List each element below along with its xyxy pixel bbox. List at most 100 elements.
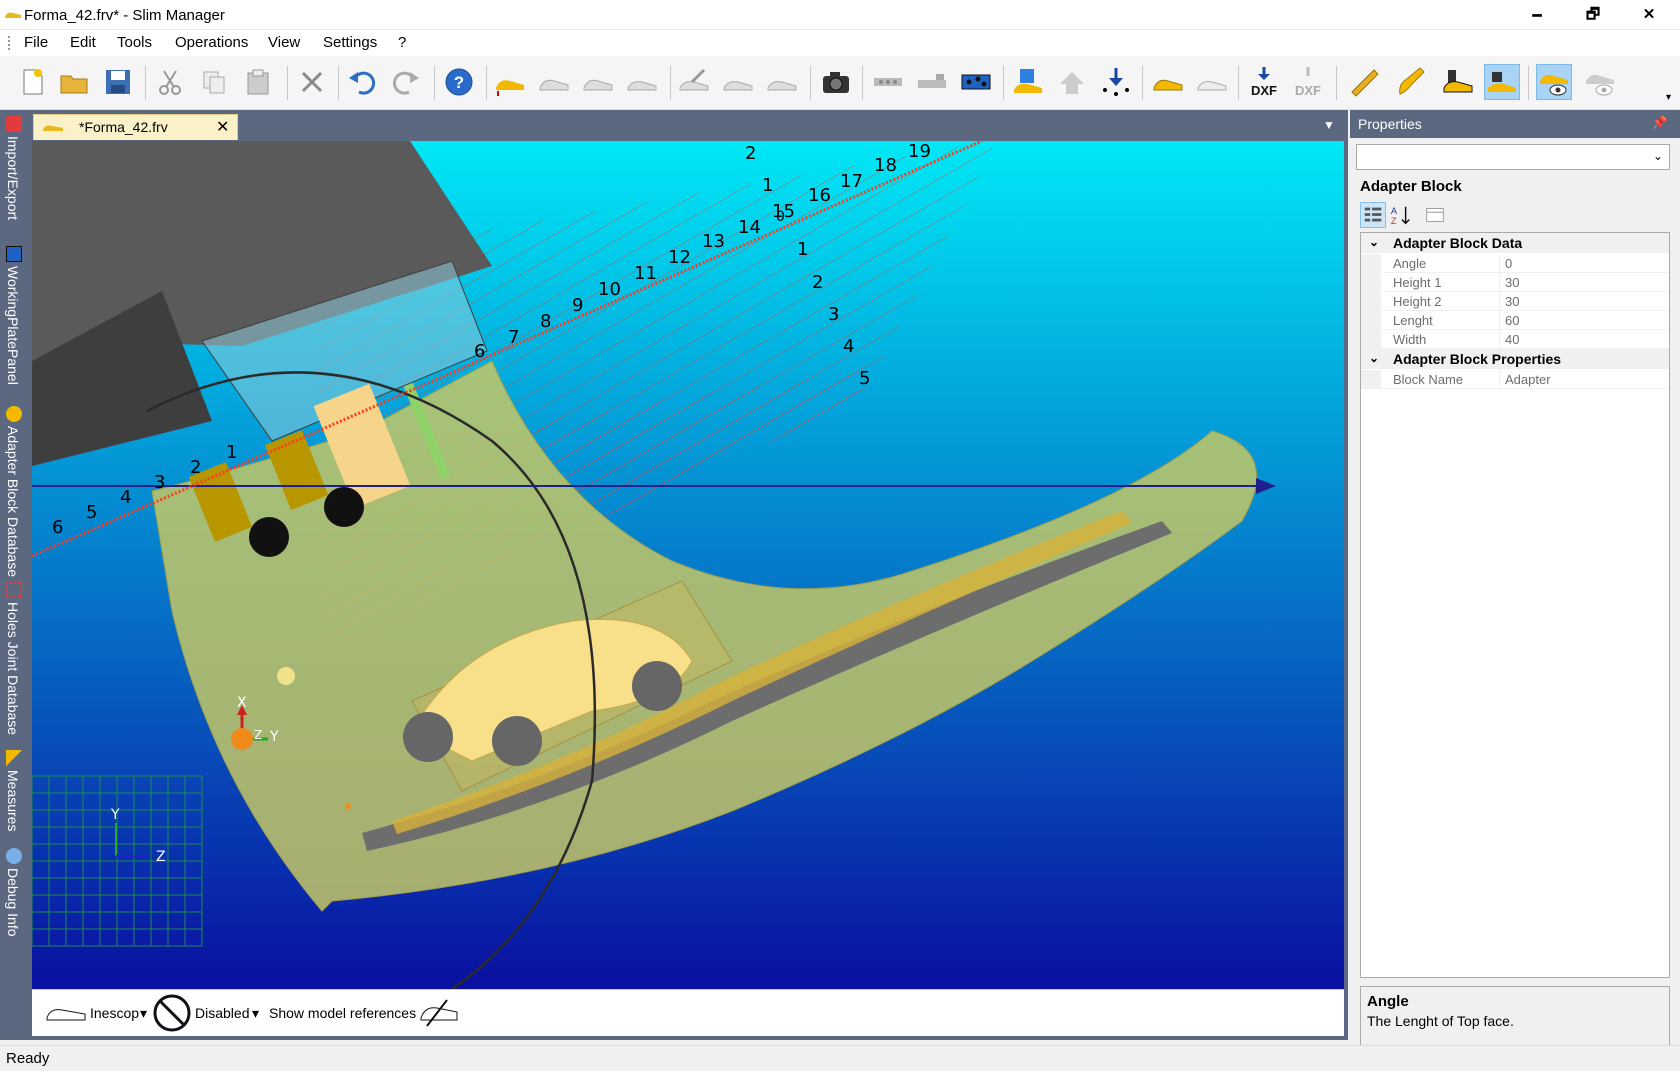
block-heel-icon[interactable] bbox=[1440, 64, 1476, 100]
scale-label-16: 16 bbox=[808, 185, 831, 206]
new-file-icon[interactable] bbox=[14, 64, 50, 100]
tab-debug-info[interactable]: Debug Info bbox=[0, 844, 28, 948]
adapter-rotate-icon[interactable] bbox=[1054, 64, 1090, 100]
mode-selector-arrow-icon[interactable]: ▾ bbox=[252, 1005, 259, 1022]
adapter-block-icon[interactable] bbox=[1010, 64, 1046, 100]
property-row-block-name[interactable]: Block Name Adapter bbox=[1361, 370, 1669, 389]
last-selector[interactable]: Inescop bbox=[90, 1005, 139, 1021]
view-eye-yellow-icon[interactable] bbox=[1536, 64, 1572, 100]
plate-2-icon[interactable] bbox=[914, 64, 950, 100]
property-value[interactable]: 30 bbox=[1505, 275, 1519, 290]
property-row-lenght[interactable]: Lenght 60 bbox=[1361, 311, 1669, 330]
scale-label-12: 12 bbox=[668, 247, 691, 268]
property-value[interactable]: Adapter bbox=[1505, 372, 1551, 387]
dxf-import-icon[interactable]: DXF bbox=[1290, 64, 1326, 100]
close-button[interactable]: ✕ bbox=[1622, 0, 1676, 30]
document-close-icon[interactable]: ✕ bbox=[216, 117, 229, 137]
last-edit-3-icon[interactable] bbox=[764, 64, 800, 100]
show-model-references-label[interactable]: Show model references bbox=[269, 1005, 416, 1021]
camera-icon[interactable] bbox=[818, 64, 854, 100]
last-outline-1-icon[interactable] bbox=[536, 64, 572, 100]
pin-icon[interactable]: 📌 bbox=[1652, 115, 1668, 131]
reference-marker bbox=[277, 667, 295, 685]
undo-icon[interactable] bbox=[344, 64, 380, 100]
heel-hole-1 bbox=[249, 517, 289, 557]
last-edit-2-icon[interactable] bbox=[720, 64, 756, 100]
property-row-height-1[interactable]: Height 1 30 bbox=[1361, 273, 1669, 292]
property-value[interactable]: 30 bbox=[1505, 294, 1519, 309]
drill-down-icon[interactable] bbox=[1098, 64, 1134, 100]
view-eye-grey-icon[interactable] bbox=[1582, 64, 1618, 100]
property-value[interactable]: 0 bbox=[1505, 256, 1512, 271]
alphabetical-sort-icon[interactable]: AZ bbox=[1388, 202, 1414, 228]
tab-adapter-database[interactable]: Adapter Block Database bbox=[0, 402, 28, 577]
help-icon[interactable]: ? bbox=[441, 64, 477, 100]
insole-icon[interactable] bbox=[1392, 64, 1428, 100]
property-table: ⌄ Adapter Block Data Angle 0 Height 1 30 H… bbox=[1360, 232, 1670, 978]
category-label: Adapter Block Data bbox=[1393, 235, 1523, 251]
last-yellow-icon[interactable] bbox=[492, 64, 528, 100]
scale-label-9: 9 bbox=[572, 295, 583, 316]
last-yellow-2-icon[interactable] bbox=[1150, 64, 1186, 100]
last-white-icon[interactable] bbox=[1194, 64, 1230, 100]
menu-view[interactable]: View bbox=[268, 34, 300, 51]
last-edit-1-icon[interactable] bbox=[676, 64, 712, 100]
menu-settings[interactable]: Settings bbox=[323, 34, 377, 51]
bracket-hole-3 bbox=[632, 661, 682, 711]
save-icon[interactable] bbox=[100, 64, 136, 100]
block-heel-2-icon[interactable] bbox=[1484, 64, 1520, 100]
paste-icon[interactable] bbox=[240, 64, 276, 100]
property-row-angle[interactable]: Angle 0 bbox=[1361, 254, 1669, 273]
document-area: *Forma_42.frv ✕ ▼ 2 1 15 16 17 18 19 14 … bbox=[28, 110, 1348, 1040]
menu-tools[interactable]: Tools bbox=[117, 34, 152, 51]
object-selector[interactable]: ⌄ bbox=[1356, 144, 1670, 170]
category-adapter-block-data[interactable]: ⌄ Adapter Block Data bbox=[1361, 233, 1669, 253]
ruler-icon[interactable] bbox=[1346, 64, 1382, 100]
restore-button[interactable]: 🗗 bbox=[1566, 0, 1620, 30]
document-shoe-icon bbox=[43, 125, 63, 131]
last-selector-arrow-icon[interactable]: ▾ bbox=[140, 1005, 147, 1022]
cut-icon[interactable] bbox=[152, 64, 188, 100]
model-references-icon[interactable] bbox=[419, 998, 459, 1028]
property-value[interactable]: 60 bbox=[1505, 313, 1519, 328]
document-tab[interactable]: *Forma_42.frv ✕ bbox=[33, 114, 238, 140]
last-outline-2-icon[interactable] bbox=[580, 64, 616, 100]
plate-1-icon[interactable] bbox=[870, 64, 906, 100]
tab-working-plate[interactable]: WorkingPlatePanel bbox=[0, 242, 28, 392]
scale-label-11: 11 bbox=[634, 263, 657, 284]
tab-holes-database[interactable]: Holes Joint Database bbox=[0, 578, 28, 738]
tab-import-export[interactable]: Import/Export bbox=[0, 112, 28, 232]
property-value[interactable]: 40 bbox=[1505, 332, 1519, 347]
chevron-down-icon[interactable]: ⌄ bbox=[1653, 149, 1663, 163]
dxf-export-icon[interactable]: DXF bbox=[1246, 64, 1282, 100]
redo-icon[interactable] bbox=[388, 64, 424, 100]
menu-file[interactable]: File bbox=[24, 34, 48, 51]
open-folder-icon[interactable] bbox=[56, 64, 92, 100]
copy-icon[interactable] bbox=[196, 64, 232, 100]
property-row-width[interactable]: Width 40 bbox=[1361, 330, 1669, 349]
delete-icon[interactable] bbox=[294, 64, 330, 100]
last-outline-3-icon[interactable] bbox=[624, 64, 660, 100]
toolbar-overflow-icon[interactable]: ▾ bbox=[1666, 92, 1671, 103]
property-row-height-2[interactable]: Height 2 30 bbox=[1361, 292, 1669, 311]
menu-help[interactable]: ? bbox=[398, 34, 406, 51]
document-tab-bar: *Forma_42.frv ✕ ▼ bbox=[28, 110, 1348, 140]
mode-selector[interactable]: Disabled bbox=[195, 1005, 249, 1021]
category-collapse-icon[interactable]: ⌄ bbox=[1369, 235, 1379, 249]
tab-measures[interactable]: Measures bbox=[0, 746, 28, 836]
property-pages-icon[interactable] bbox=[1422, 202, 1448, 228]
menu-operations[interactable]: Operations bbox=[175, 34, 248, 51]
menu-edit[interactable]: Edit bbox=[70, 34, 96, 51]
category-collapse-icon[interactable]: ⌄ bbox=[1369, 351, 1379, 365]
menu-grip bbox=[8, 36, 11, 50]
help-title: Angle bbox=[1367, 993, 1409, 1010]
plate-holes-icon[interactable] bbox=[958, 64, 994, 100]
document-list-menu[interactable]: ▼ bbox=[1323, 118, 1335, 132]
axis-x-label: X bbox=[237, 695, 247, 711]
category-adapter-block-properties[interactable]: ⌄ Adapter Block Properties bbox=[1361, 349, 1669, 369]
3d-scene[interactable]: 2 1 15 16 17 18 19 14 13 12 11 10 9 8 7 … bbox=[32, 141, 1344, 989]
categorized-view-icon[interactable] bbox=[1360, 202, 1386, 228]
3d-viewport[interactable]: 2 1 15 16 17 18 19 14 13 12 11 10 9 8 7 … bbox=[32, 141, 1344, 989]
minimize-button[interactable]: 🗕 bbox=[1510, 0, 1564, 30]
scale-right-2: 2 bbox=[812, 272, 823, 293]
